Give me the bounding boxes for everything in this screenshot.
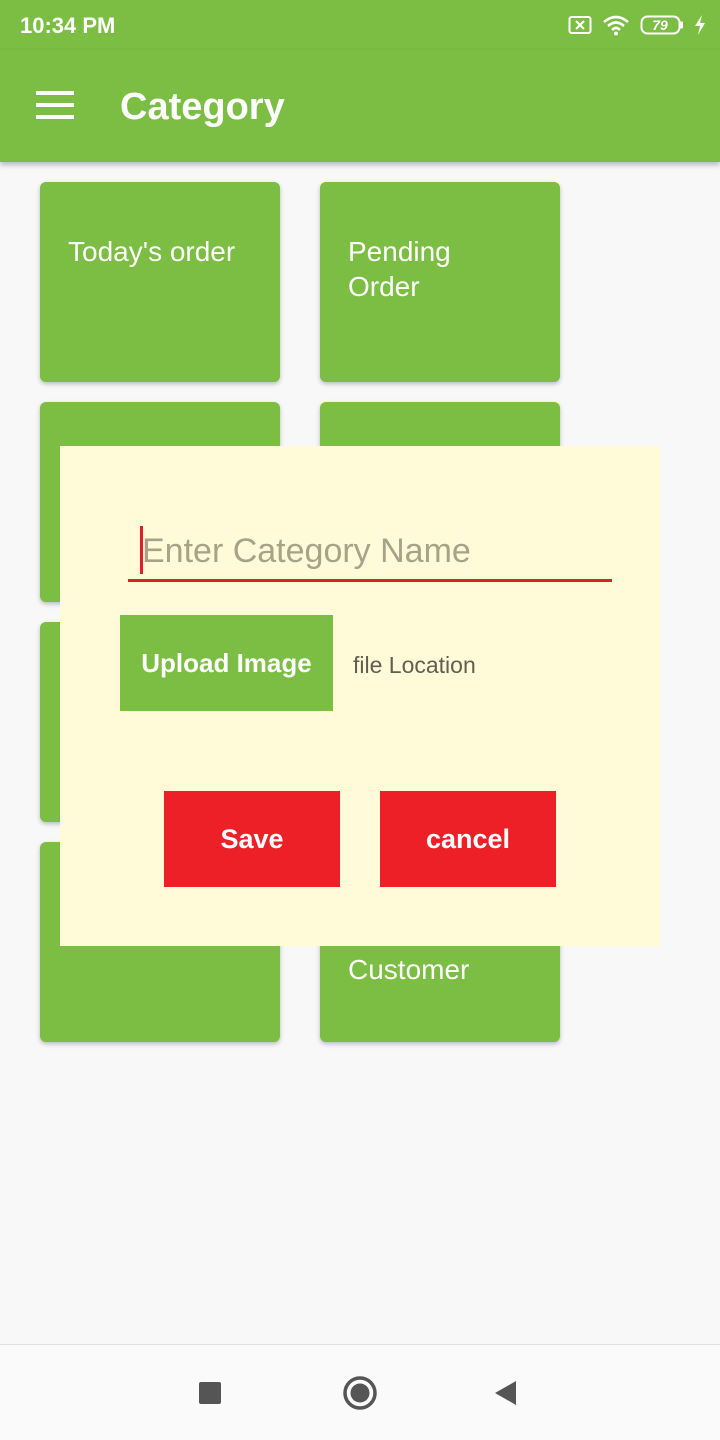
status-time: 10:34 PM: [20, 13, 116, 38]
back-icon[interactable]: [484, 1371, 528, 1415]
wifi-icon: [602, 14, 630, 36]
tile-pending-order[interactable]: Pending Order: [320, 182, 560, 382]
file-location-label: file Location: [353, 652, 476, 678]
tile-todays-order[interactable]: Today's order: [40, 182, 280, 382]
category-name-input[interactable]: [142, 528, 602, 574]
page-title: Category: [120, 86, 285, 128]
save-button[interactable]: Save: [164, 791, 340, 887]
home-icon[interactable]: [338, 1371, 382, 1415]
category-name-field: [128, 524, 612, 582]
add-category-dialog: Upload Image file Location Save cancel: [60, 446, 660, 946]
hamburger-menu-icon[interactable]: [36, 91, 76, 121]
cancel-button[interactable]: cancel: [380, 791, 556, 887]
battery-icon: 79: [640, 15, 684, 35]
upload-image-button[interactable]: Upload Image: [120, 615, 333, 711]
charging-icon: [694, 15, 706, 35]
status-icons: 79: [568, 12, 706, 38]
status-bar: 10:34 PM 79: [0, 0, 720, 50]
sim-off-icon: [568, 15, 592, 35]
battery-level: 79: [652, 17, 668, 33]
navigation-bar: [0, 1344, 720, 1440]
app-bar: Category: [0, 50, 720, 162]
recents-icon[interactable]: [188, 1371, 232, 1415]
